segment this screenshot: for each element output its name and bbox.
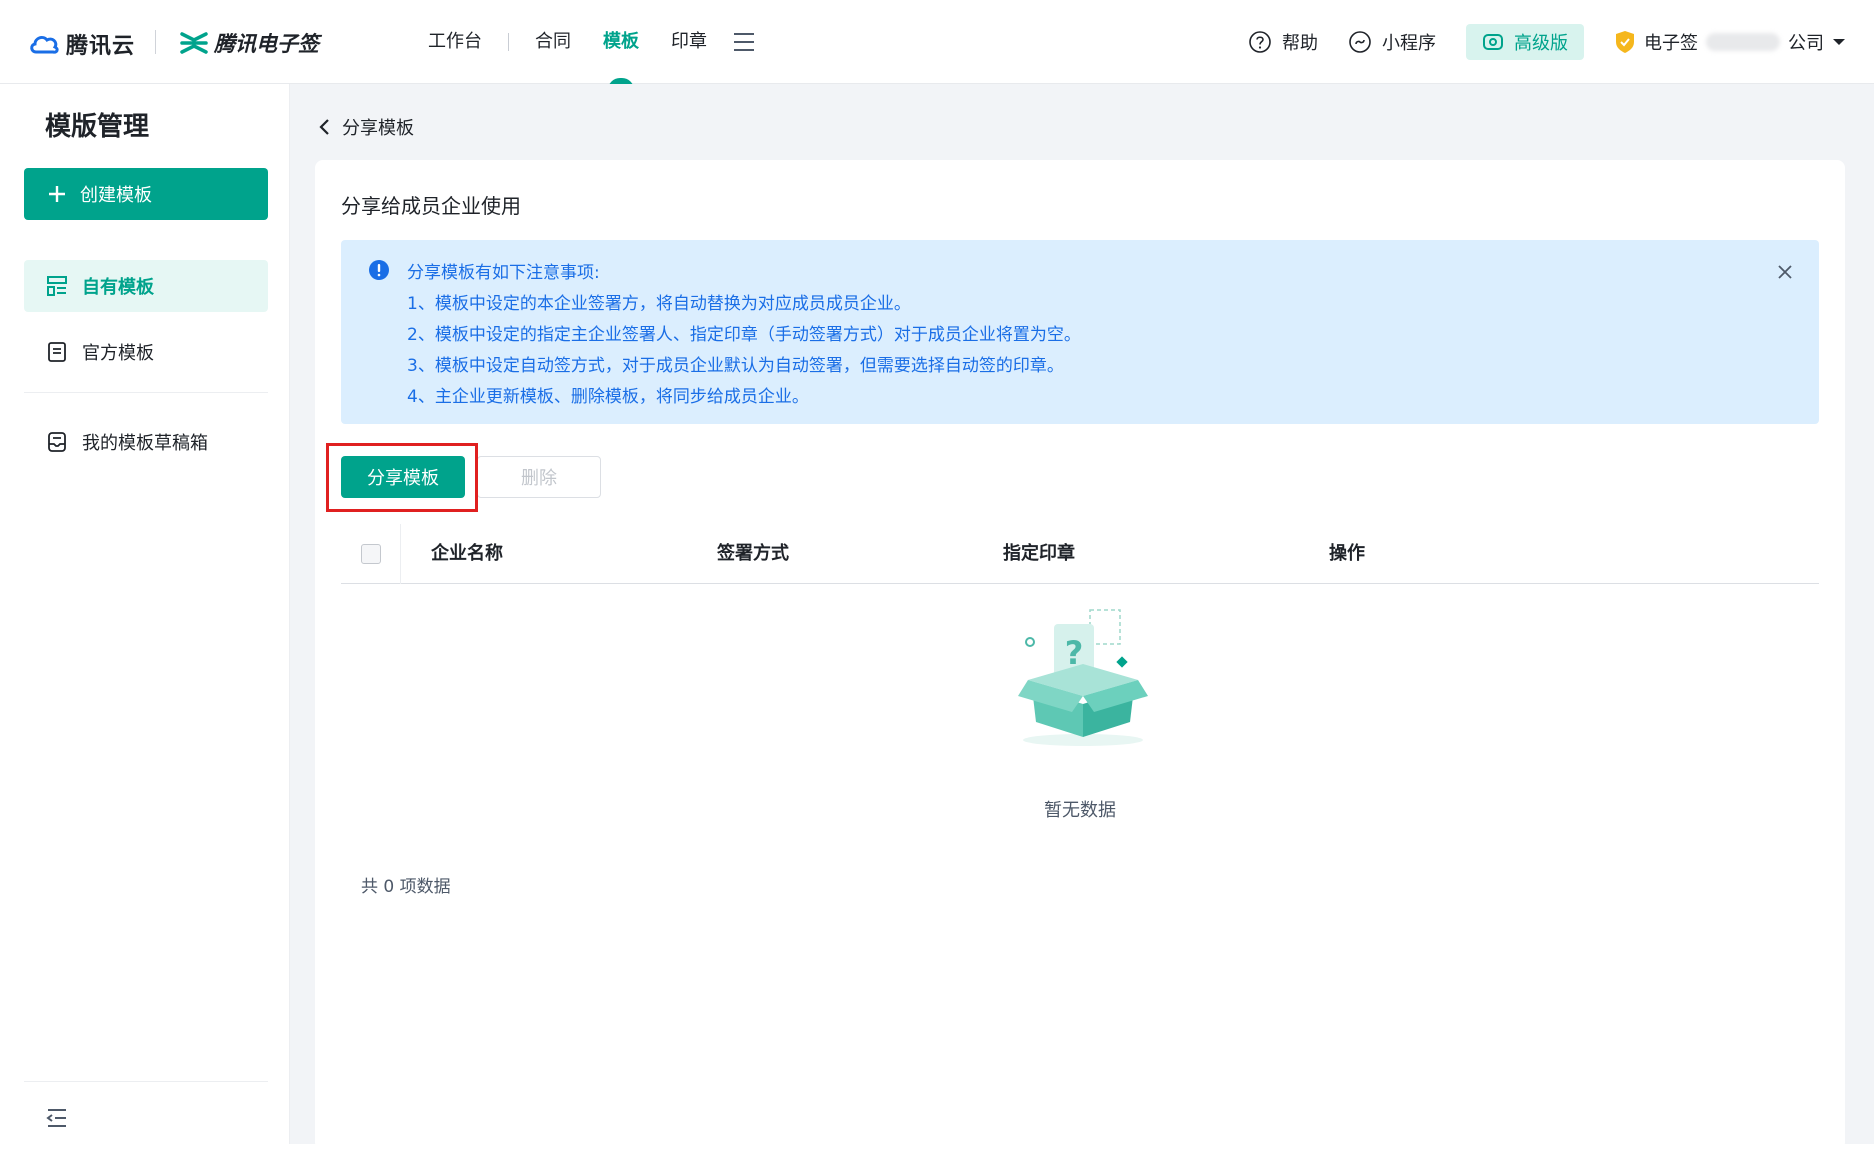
- brand-esign-text: 腾讯电子签: [214, 32, 319, 56]
- plus-icon: [49, 186, 65, 202]
- main-area: 分享模板 分享给成员企业使用 分享模板有如下注意事项: 1、模板中设定的本企业签…: [290, 84, 1874, 1150]
- share-card: 分享给成员企业使用 分享模板有如下注意事项: 1、模板中设定的本企业签署方，将自…: [315, 160, 1845, 1150]
- sidebar-divider: [24, 392, 268, 393]
- tencent-cloud-logo[interactable]: 腾讯云: [28, 28, 135, 60]
- column-header-seal: 指定印章: [1003, 543, 1075, 564]
- select-all-cell: [341, 523, 401, 584]
- mini-program-icon: [1349, 31, 1371, 53]
- sidebar-item-official-templates[interactable]: 官方模板: [24, 326, 268, 378]
- select-all-checkbox[interactable]: [360, 543, 381, 564]
- back-link[interactable]: 分享模板: [318, 114, 414, 140]
- sidebar-item-label: 我的模板草稿箱: [82, 433, 208, 454]
- nav-item-contract[interactable]: 合同: [519, 0, 587, 84]
- company-name-prefix: 电子签: [1644, 33, 1698, 54]
- nav-separator: [508, 33, 509, 51]
- share-template-button[interactable]: 分享模板: [341, 456, 465, 498]
- inbox-icon: [48, 432, 66, 452]
- sidebar-item-draft-box[interactable]: 我的模板草稿箱: [24, 416, 268, 468]
- table-header: 企业名称 签署方式 指定印章 操作: [341, 523, 1819, 584]
- sidebar-item-label: 官方模板: [82, 343, 154, 364]
- column-header-company: 企业名称: [431, 543, 503, 564]
- shield-icon: [1616, 31, 1634, 53]
- empty-state-text: 暂无数据: [1044, 800, 1116, 821]
- premium-label: 高级版: [1514, 33, 1568, 54]
- column-header-sign-method: 签署方式: [717, 543, 789, 564]
- notice-title: 分享模板有如下注意事项:: [407, 263, 600, 283]
- action-buttons: 分享模板 删除: [341, 456, 601, 498]
- brand-cloud-text: 腾讯云: [66, 34, 136, 59]
- cloud-logo-icon: [30, 35, 59, 54]
- help-icon: [1249, 31, 1271, 53]
- total-count: 共 0 项数据: [361, 877, 451, 897]
- logo-divider: [155, 30, 156, 54]
- mini-program-label: 小程序: [1382, 33, 1436, 54]
- nav-item-seal[interactable]: 印章: [655, 0, 723, 84]
- esign-logo-icon: [180, 32, 208, 54]
- chevron-left-icon: [319, 119, 329, 135]
- create-template-button[interactable]: 创建模板: [24, 168, 268, 220]
- tencent-esign-logo[interactable]: 腾讯电子签: [180, 28, 319, 58]
- close-icon[interactable]: [1777, 264, 1793, 280]
- top-bar: 腾讯云 腾讯电子签 工作台 合同 模板 印章 帮助 小程序 高级版 电子签 公司: [0, 0, 1874, 84]
- document-icon: [48, 342, 66, 362]
- list-icon: [47, 276, 67, 296]
- sidebar: 模版管理 创建模板 自有模板 官方模板 我的模板草稿箱: [0, 84, 290, 1144]
- help-label: 帮助: [1282, 33, 1318, 54]
- sidebar-title: 模版管理: [45, 112, 150, 142]
- sidebar-bottom-divider: [24, 1081, 268, 1082]
- notice-banner: 分享模板有如下注意事项: 1、模板中设定的本企业签署方，将自动替换为对应成员成员…: [341, 240, 1819, 424]
- notice-line: 4、主企业更新模板、删除模板，将同步给成员企业。: [407, 387, 809, 407]
- card-title: 分享给成员企业使用: [341, 194, 521, 218]
- info-icon: [369, 260, 389, 280]
- nav-item-template[interactable]: 模板: [587, 0, 655, 84]
- empty-box-illustration: ?: [1018, 609, 1148, 746]
- back-label: 分享模板: [342, 118, 414, 139]
- premium-icon: [1483, 34, 1503, 50]
- notice-line: 2、模板中设定的指定主企业签署人、指定印章（手动签署方式）对于成员企业将置为空。: [407, 325, 1081, 345]
- chevron-down-icon: [1833, 39, 1845, 45]
- company-name-redacted: [1706, 33, 1780, 51]
- notice-line: 3、模板中设定自动签方式，对于成员企业默认为自动签署，但需要选择自动签的印章。: [407, 356, 1064, 376]
- mini-program-link[interactable]: 小程序: [1348, 29, 1436, 55]
- company-switcher[interactable]: 电子签 公司: [1614, 29, 1846, 55]
- sidebar-item-label: 自有模板: [82, 277, 154, 298]
- column-header-actions: 操作: [1329, 543, 1365, 564]
- top-right-actions: 帮助 小程序 高级版 电子签 公司: [1248, 0, 1846, 84]
- help-link[interactable]: 帮助: [1248, 29, 1318, 55]
- hamburger-menu-icon[interactable]: [733, 32, 755, 52]
- collapse-sidebar-icon[interactable]: [46, 1108, 68, 1128]
- delete-button[interactable]: 删除: [477, 456, 601, 498]
- nav-item-workbench[interactable]: 工作台: [412, 0, 498, 84]
- create-template-label: 创建模板: [80, 185, 152, 206]
- premium-badge[interactable]: 高级版: [1466, 24, 1584, 60]
- company-name-suffix: 公司: [1788, 33, 1824, 54]
- sidebar-item-own-templates[interactable]: 自有模板: [24, 260, 268, 312]
- top-nav: 工作台 合同 模板 印章: [412, 0, 755, 84]
- notice-line: 1、模板中设定的本企业签署方，将自动替换为对应成员成员企业。: [407, 294, 911, 314]
